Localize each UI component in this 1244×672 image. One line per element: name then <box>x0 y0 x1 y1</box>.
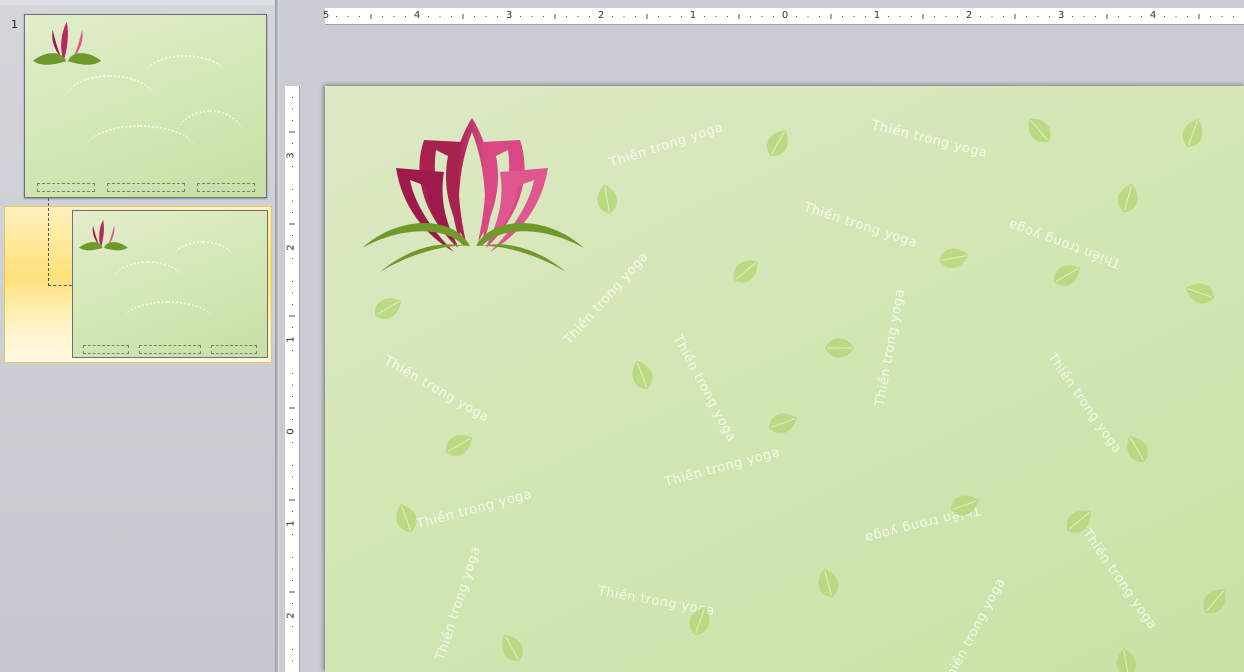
ruler-ticks <box>289 97 295 662</box>
ruler-label: 1 <box>285 520 297 527</box>
footer-placeholder <box>37 183 95 192</box>
watermark-text: Thiền trong yoga <box>1044 350 1125 457</box>
watermark-arc <box>123 301 213 341</box>
lotus-logo-icon[interactable] <box>362 116 590 276</box>
ruler-label: 3 <box>505 10 513 21</box>
lotus-leaf-icon <box>768 413 798 434</box>
ruler-label: 2 <box>285 244 297 251</box>
ruler-label: 4 <box>413 10 421 21</box>
lotus-logo-icon <box>33 22 102 65</box>
ruler-label: 5 <box>322 10 330 21</box>
ruler-label: 1 <box>285 336 297 343</box>
lotus-leaf-icon <box>1117 183 1138 213</box>
lotus-leaf-icon <box>818 568 839 598</box>
lotus-leaf-icon <box>1116 648 1136 672</box>
lotus-leaf-icon <box>1028 118 1051 143</box>
lotus-leaf-icon <box>1185 283 1215 304</box>
footer-placeholder <box>211 345 257 354</box>
ruler-label: 2 <box>597 10 605 21</box>
ruler-label: 2 <box>965 10 973 21</box>
watermark-text: Thiền trong yoga <box>869 117 989 162</box>
slide-thumbnails-pane: 1 <box>0 0 275 672</box>
lotus-leaf-icon <box>825 338 855 358</box>
ruler-label: 1 <box>873 10 881 21</box>
ruler-label: 1 <box>689 10 697 21</box>
slide-number: 1 <box>11 18 18 31</box>
horizontal-ruler[interactable]: 5 4 3 2 1 0 1 2 3 4 <box>322 8 1244 25</box>
watermark-arc <box>65 75 155 125</box>
watermark-arc <box>175 110 245 170</box>
watermark-text: Thiền trong yoga <box>669 332 739 445</box>
lotus-leaf-icon <box>446 435 472 456</box>
vertical-ruler[interactable]: 3 2 1 0 1 2 <box>285 86 300 672</box>
lotus-leaf-icon <box>502 635 523 661</box>
watermark-arc <box>113 261 183 301</box>
footer-placeholder <box>197 183 255 192</box>
lotus-leaf-icon <box>597 184 617 214</box>
ruler-label: 4 <box>1149 10 1157 21</box>
footer-placeholder <box>107 183 185 192</box>
lotus-leaf-icon <box>1182 118 1203 148</box>
slide-thumbnail-2[interactable] <box>72 210 268 358</box>
lotus-leaf-icon <box>767 130 788 156</box>
lotus-leaf-icon <box>733 260 758 283</box>
watermark-arc <box>145 55 225 95</box>
lotus-leaf-icon <box>939 248 969 268</box>
slide-thumbnail-1[interactable] <box>24 14 267 198</box>
ruler-label: 3 <box>285 152 297 159</box>
watermark-text: Thiền trong yoga <box>939 575 1009 672</box>
watermark-text: Thiền trong yoga <box>663 444 782 491</box>
footer-placeholder <box>139 345 201 354</box>
watermark-text: Thiền trong yoga <box>432 544 484 663</box>
lotus-leaf-icon <box>1203 589 1226 614</box>
ruler-label: 0 <box>285 428 297 435</box>
ruler-label: 3 <box>1057 10 1065 21</box>
watermark-text: Thiền trong yoga <box>381 353 492 426</box>
lotus-leaf-icon <box>632 360 653 390</box>
lotus-leaf-icon <box>1054 265 1080 286</box>
watermark-text: Thiền trong yoga <box>872 287 909 408</box>
watermark-text: Thiền trong yoga <box>801 200 920 251</box>
pane-splitter[interactable] <box>275 0 279 672</box>
slide-canvas[interactable]: Thiền trong yoga Thiền trong yoga Thiền … <box>325 86 1244 672</box>
layout-connector-line <box>48 198 72 286</box>
pane-header-strip <box>0 0 275 5</box>
lotus-leaf-icon <box>1127 436 1148 462</box>
lotus-leaf-icon <box>396 503 417 533</box>
ruler-label: 0 <box>781 10 789 21</box>
ruler-label: 2 <box>285 612 297 619</box>
watermark-text: Thiền trong yoga <box>415 486 534 533</box>
watermark-text: Thiền trong yoga <box>607 120 726 171</box>
lotus-logo-icon <box>79 219 128 251</box>
watermark-text: Thiền trong yoga <box>1079 526 1160 633</box>
watermark-arc <box>173 241 233 276</box>
lotus-leaf-icon <box>375 298 401 319</box>
footer-placeholder <box>83 345 129 354</box>
